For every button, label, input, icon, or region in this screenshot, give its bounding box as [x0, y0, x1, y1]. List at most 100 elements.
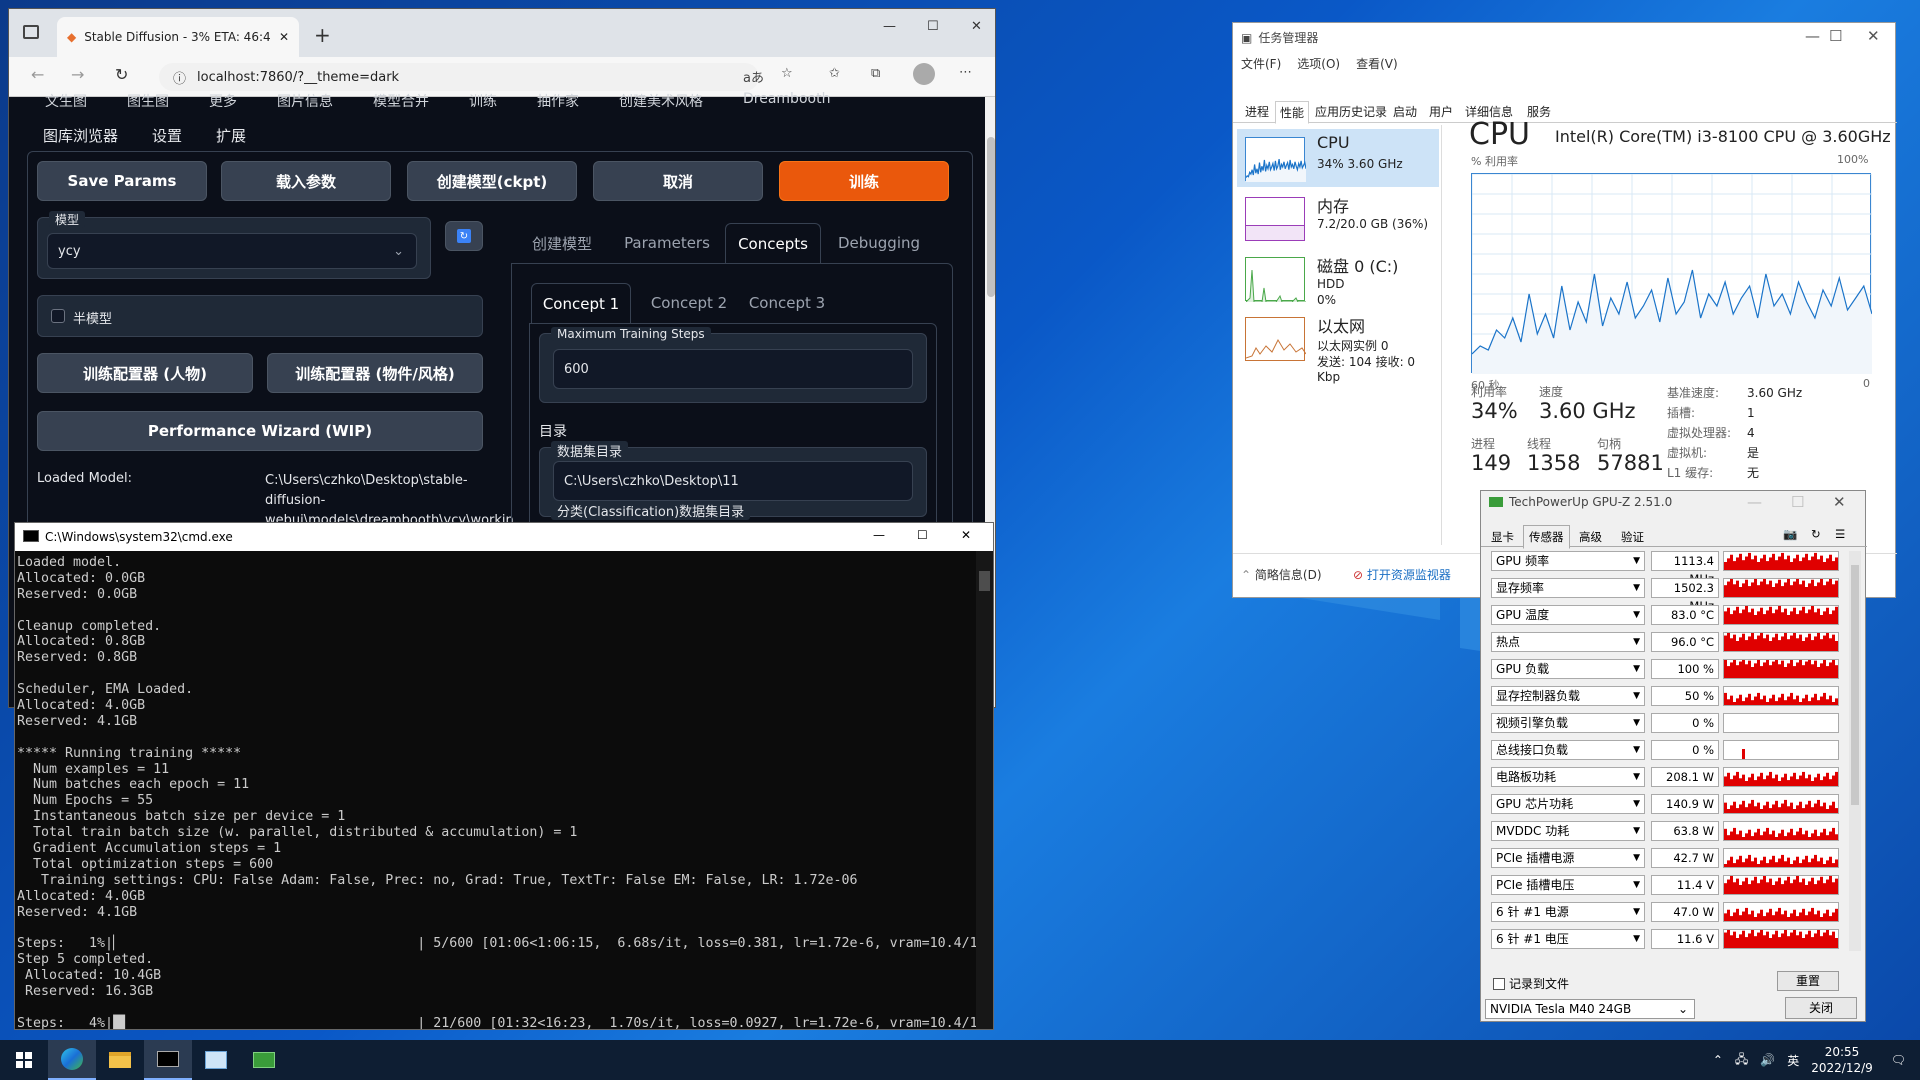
tab-app-history[interactable]: 应用历史记录: [1311, 103, 1391, 120]
close-icon[interactable]: ✕: [1867, 27, 1880, 45]
main-nav-tab[interactable]: 图片信息: [277, 91, 333, 107]
reset-button[interactable]: 重置: [1777, 971, 1839, 991]
model-dropdown[interactable]: ycy ⌄: [47, 233, 417, 269]
refresh-icon[interactable]: ↻: [115, 65, 128, 84]
side-item-ethernet[interactable]: 以太网 以太网实例 0 发送: 104 接收: 0 Kbp: [1237, 309, 1439, 384]
load-params-button[interactable]: 载入参数: [221, 161, 391, 201]
tab-sensors[interactable]: 传感器: [1523, 525, 1570, 549]
favorites-list-icon[interactable]: ✩: [829, 66, 840, 81]
maximize-icon[interactable]: ☐: [927, 19, 939, 34]
url-field[interactable]: ⓘ localhost:7860/?__theme=dark: [159, 63, 759, 91]
sensor-scrollbar[interactable]: [1849, 551, 1861, 951]
performance-wizard-button[interactable]: Performance Wizard (WIP): [37, 411, 483, 451]
side-item-disk[interactable]: 磁盘 0 (C:) HDD 0%: [1237, 249, 1439, 307]
chevron-up-icon[interactable]: ⌃: [1713, 1053, 1723, 1067]
tab-parameters[interactable]: Parameters: [617, 223, 717, 263]
log-to-file[interactable]: 记录到文件: [1493, 975, 1569, 992]
main-nav-tab[interactable]: Dreambooth: [743, 91, 830, 107]
main-nav-tab[interactable]: 更多: [209, 91, 237, 107]
back-icon[interactable]: ←: [31, 65, 44, 84]
tab-users[interactable]: 用户: [1425, 103, 1457, 120]
sensor-name[interactable]: GPU 温度 ▼: [1491, 605, 1645, 625]
tab-create-model[interactable]: 创建模型: [517, 223, 607, 263]
max-steps-input[interactable]: 600: [553, 349, 913, 389]
cancel-button[interactable]: 取消: [593, 161, 763, 201]
browser-tab[interactable]: ◆ Stable Diffusion - 3% ETA: 46:4 ✕: [57, 17, 299, 57]
tab-debugging[interactable]: Debugging: [829, 223, 929, 263]
dataset-dir-input[interactable]: C:\Users\czhko\Desktop\11: [553, 461, 913, 501]
ime-indicator[interactable]: 英: [1787, 1052, 1799, 1069]
clock[interactable]: 20:55 2022/12/9: [1811, 1044, 1873, 1076]
sensor-name[interactable]: GPU 芯片功耗 ▼: [1491, 794, 1645, 814]
sensor-name[interactable]: 视频引擎负载 ▼: [1491, 713, 1645, 733]
tab-advanced[interactable]: 高级: [1579, 529, 1602, 545]
more-icon[interactable]: ⋯: [959, 65, 972, 80]
create-model-button[interactable]: 创建模型(ckpt): [407, 161, 577, 201]
profile-avatar[interactable]: [913, 63, 935, 85]
volume-icon[interactable]: 🔊: [1760, 1053, 1775, 1067]
close-tab-icon[interactable]: ✕: [279, 30, 289, 44]
taskbar-cmd[interactable]: [144, 1040, 192, 1080]
gpu-select[interactable]: NVIDIA Tesla M40 24GB ⌄: [1485, 999, 1695, 1019]
start-button[interactable]: [0, 1040, 48, 1080]
wizard-object-button[interactable]: 训练配置器 (物件/风格): [267, 353, 483, 393]
favorite-icon[interactable]: ☆: [781, 66, 793, 81]
tab-concepts[interactable]: Concepts: [725, 223, 821, 263]
resource-monitor-link[interactable]: ⊘ 打开资源监视器: [1353, 566, 1451, 583]
close-icon[interactable]: ✕: [961, 528, 971, 542]
minimize-icon[interactable]: —: [1747, 493, 1762, 511]
taskbar-task-manager[interactable]: [192, 1040, 240, 1080]
maximize-icon[interactable]: ☐: [917, 528, 928, 542]
cmd-scrollbar[interactable]: [976, 551, 993, 1029]
sensor-name[interactable]: GPU 频率 ▼: [1491, 551, 1645, 571]
refresh-models-button[interactable]: ↻: [445, 221, 483, 251]
tab-validation[interactable]: 验证: [1621, 529, 1644, 545]
close-icon[interactable]: ✕: [1833, 493, 1846, 511]
forward-icon[interactable]: →: [71, 65, 84, 84]
tab-graphics-card[interactable]: 显卡: [1491, 529, 1514, 545]
tab-gallery-browser[interactable]: 图库浏览器: [43, 125, 118, 146]
sensor-name[interactable]: MVDDC 功耗 ▼: [1491, 821, 1645, 841]
close-window-icon[interactable]: ✕: [971, 19, 982, 34]
tab-concept-2[interactable]: Concept 2: [641, 283, 737, 323]
main-nav-tab[interactable]: 抽作家: [537, 91, 579, 107]
minimize-icon[interactable]: —: [883, 19, 896, 34]
main-nav-tab[interactable]: 训练: [469, 91, 497, 107]
menu-file[interactable]: 文件(F): [1241, 55, 1281, 72]
network-icon[interactable]: 🖧: [1735, 1050, 1748, 1071]
collections-icon[interactable]: ⧉: [871, 66, 880, 81]
main-nav-tab[interactable]: 图生图: [127, 91, 169, 107]
tab-startup[interactable]: 启动: [1389, 103, 1421, 120]
menu-view[interactable]: 查看(V): [1356, 55, 1398, 72]
sensor-name[interactable]: 电路板功耗 ▼: [1491, 767, 1645, 787]
taskbar-edge[interactable]: [48, 1040, 96, 1080]
half-model-checkbox[interactable]: [51, 309, 65, 323]
save-params-button[interactable]: Save Params: [37, 161, 207, 201]
wizard-person-button[interactable]: 训练配置器 (人物): [37, 353, 253, 393]
sensor-name[interactable]: GPU 负载 ▼: [1491, 659, 1645, 679]
brief-info-link[interactable]: ⌃ 简略信息(D): [1241, 566, 1322, 583]
train-button[interactable]: 训练: [779, 161, 949, 201]
sensor-name[interactable]: 热点 ▼: [1491, 632, 1645, 652]
menu-options[interactable]: 选项(O): [1297, 55, 1340, 72]
tab-performance[interactable]: 性能: [1275, 101, 1310, 124]
tab-settings[interactable]: 设置: [152, 125, 182, 146]
side-item-cpu[interactable]: CPU 34% 3.60 GHz: [1237, 129, 1439, 187]
taskbar-explorer[interactable]: [96, 1040, 144, 1080]
taskbar-gpuz[interactable]: [240, 1040, 288, 1080]
sensor-name[interactable]: 6 针 #1 电压 ▼: [1491, 929, 1645, 949]
notification-icon[interactable]: 🗨: [1891, 1053, 1906, 1067]
cmd-output[interactable]: Loaded model. Allocated: 0.0GB Reserved: 0…: [15, 551, 977, 1029]
tab-processes[interactable]: 进程: [1241, 103, 1273, 120]
main-nav-tab[interactable]: 文生图: [45, 91, 87, 107]
camera-icon[interactable]: 📷: [1783, 527, 1797, 541]
tab-concept-3[interactable]: Concept 3: [739, 283, 835, 323]
side-item-memory[interactable]: 内存 7.2/20.0 GB (36%): [1237, 189, 1439, 247]
log-checkbox[interactable]: [1493, 977, 1505, 990]
read-aloud-icon[interactable]: aあ: [743, 67, 764, 86]
tab-actions-icon[interactable]: [23, 25, 39, 39]
sensor-name[interactable]: 总线接口负载 ▼: [1491, 740, 1645, 760]
sensor-name[interactable]: PCIe 插槽电源 ▼: [1491, 848, 1645, 868]
close-button[interactable]: 关闭: [1785, 997, 1857, 1019]
sensor-name[interactable]: 6 针 #1 电源 ▼: [1491, 902, 1645, 922]
